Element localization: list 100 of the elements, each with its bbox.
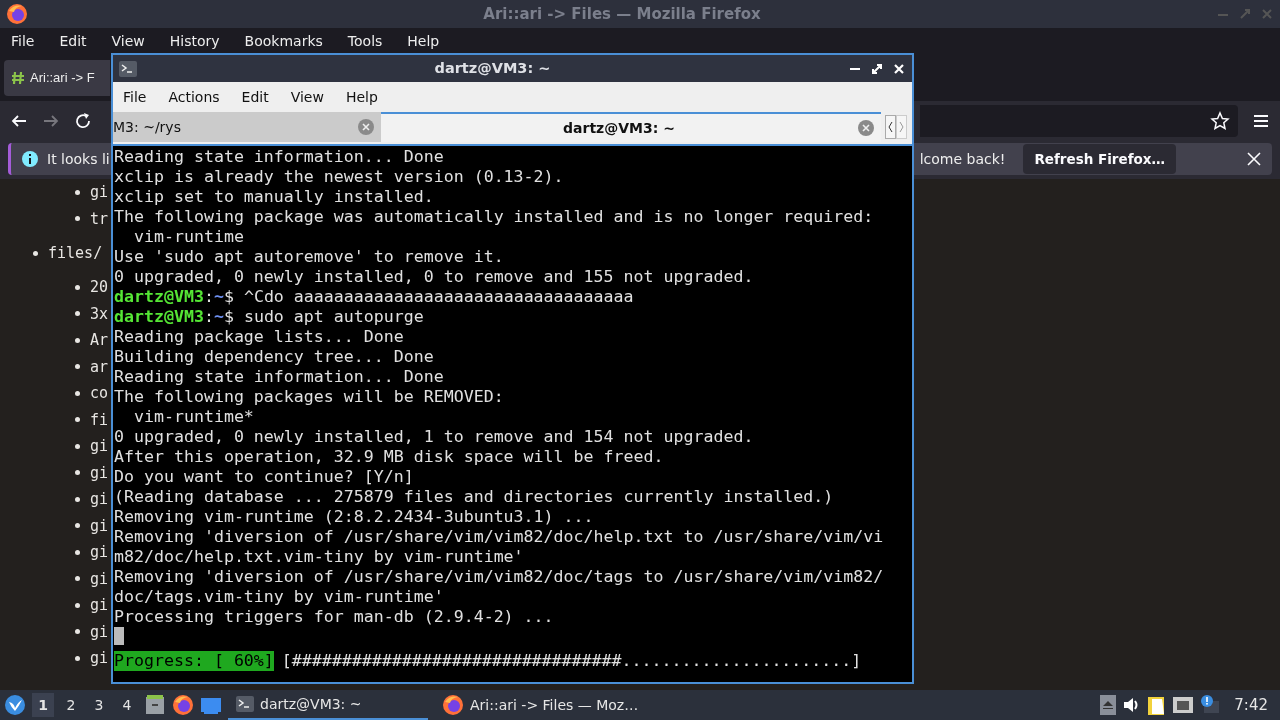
terminal-line: vim-runtime — [132, 227, 245, 247]
menu-item[interactable]: File — [117, 86, 153, 108]
clock[interactable]: 7:42 — [1234, 693, 1268, 717]
bullet-icon — [75, 390, 80, 396]
firefox-icon — [6, 3, 28, 25]
bullet-icon — [75, 549, 80, 555]
list-item-text: gi — [90, 489, 109, 510]
bullet-icon — [75, 629, 80, 635]
hash-icon — [10, 70, 26, 86]
workspace-button[interactable]: 1 — [32, 693, 54, 717]
list-item-text: 3x — [90, 303, 109, 325]
notification-text: lcome back! — [919, 149, 1006, 169]
menu-icon[interactable] — [1252, 112, 1270, 130]
menu-item[interactable]: View — [104, 31, 152, 52]
terminal-line: Reading state information... Done — [114, 147, 445, 167]
terminal-tab[interactable]: M3: ~/rys — [113, 112, 381, 142]
terminal-line: 0 upgraded, 0 newly installed, 0 to remove and 155 not upgraded. — [114, 267, 755, 287]
refresh-button[interactable]: Refresh Firefox… — [1023, 143, 1176, 175]
bullet-icon — [75, 284, 80, 290]
list-item-text: Ar — [90, 330, 109, 351]
list-item-text: tr — [90, 208, 109, 230]
terminal-line: xclip is already the newest version (0.13-2). — [114, 167, 565, 187]
menu-item[interactable]: Bookmarks — [237, 31, 330, 52]
terminal-line: Removing 'diversion of /usr/share/vim/vim82/doc/tags to /usr/share/vim/vim82/ — [114, 567, 885, 587]
workspace-button[interactable]: 4 — [116, 693, 138, 717]
list-item-text: gi — [90, 182, 109, 203]
bullet-icon — [75, 417, 80, 423]
list-item-text: gi — [90, 648, 109, 669]
eject-icon[interactable] — [1100, 695, 1117, 715]
menu-item[interactable]: Help — [339, 86, 384, 108]
terminal-line: (Reading database ... 275879 files and directories currently installed.) — [114, 487, 835, 507]
menu-item[interactable]: Actions — [162, 86, 226, 108]
close-icon[interactable] — [892, 61, 906, 76]
info-icon — [21, 150, 39, 168]
menu-item[interactable]: Tools — [340, 31, 390, 52]
window-title: dartz@VM3: ~ — [433, 58, 552, 78]
terminal-line: 0 upgraded, 0 newly installed, 1 to remove and 154 not upgraded. — [114, 427, 755, 447]
workspace-button[interactable]: 2 — [60, 693, 82, 717]
menu-item[interactable]: History — [162, 31, 227, 52]
browser-tab[interactable]: Ari::ari -> F — [4, 60, 110, 96]
terminal-line: xclip set to manually installed. — [114, 187, 435, 207]
text-cursor — [114, 627, 124, 645]
scroll-left-icon[interactable] — [885, 115, 896, 139]
menu-item[interactable]: Edit — [235, 86, 275, 108]
list-item-text: gi — [90, 568, 109, 590]
terminal-line: Building dependency tree... Done — [114, 347, 435, 367]
menu-item[interactable]: Help — [400, 31, 447, 52]
progress-bar-text: [#################################.......................] — [281, 651, 862, 671]
terminal-line: Removing vim-runtime (2:8.2.2434-3ubuntu3.1) ... — [114, 507, 595, 527]
list-item-text: co — [90, 383, 109, 404]
bullet-icon — [75, 189, 80, 195]
prompt-line: dartz@VM3:~$ ^Cdo aaaaaaaaaaaaaaaaaaaaaaaaaaaaaaaaaa — [114, 287, 635, 307]
bullet-icon — [75, 337, 80, 343]
bullet-icon — [75, 216, 80, 222]
list-item-text: ar — [90, 356, 109, 378]
bullet-icon — [75, 576, 80, 582]
bullet-icon — [75, 311, 80, 317]
prompt-line: dartz@VM3:~$ sudo apt autopurge — [114, 307, 425, 327]
list-item-text: gi — [90, 542, 109, 563]
menu-item[interactable]: Edit — [52, 31, 94, 52]
window-title: Ari::ari -> Files — Mozilla Firefox — [482, 3, 762, 25]
terminal-line: The following package was automatically installed and is no longer required: — [114, 207, 875, 227]
clipboard-icon[interactable] — [1146, 694, 1167, 716]
terminal-line: After this operation, 32.9 MB disk space will be freed. — [114, 447, 665, 467]
terminal-line: doc/tags.vim-tiny by vim-runtime' — [114, 587, 445, 607]
maximize-icon[interactable] — [870, 61, 884, 76]
bullet-icon — [75, 443, 80, 449]
notification-text: It looks li — [47, 149, 110, 169]
list-item-text: gi — [90, 436, 109, 457]
terminal-icon — [119, 60, 137, 77]
taskbar-task[interactable]: dartz@VM3: ~ — [228, 690, 428, 720]
progress-label: Progress: [ 60%] — [114, 651, 274, 671]
file-cabinet-icon[interactable] — [144, 694, 166, 716]
terminal-line: vim-runtime* — [132, 407, 255, 427]
terminal-icon — [236, 696, 254, 712]
bullet-icon — [75, 364, 80, 370]
menu-item[interactable]: View — [284, 86, 330, 108]
taskbar-task[interactable]: Ari::ari -> Files — Moz… — [434, 690, 674, 720]
bullet-icon — [75, 602, 80, 608]
terminal-line: Reading state information... Done — [114, 367, 445, 387]
firefox-icon — [442, 694, 464, 716]
workspace-button[interactable]: 3 — [88, 693, 110, 717]
reload-icon[interactable] — [74, 112, 92, 130]
terminal-line: Processing triggers for man-db (2.9.4-2) ... — [114, 607, 555, 627]
bullet-icon — [75, 470, 80, 476]
list-item-text: files/ — [48, 242, 103, 264]
list-item-text: fi — [90, 409, 109, 431]
bullet-icon — [75, 655, 80, 661]
list-item-text: 20 — [90, 277, 109, 298]
terminal-line: The following packages will be REMOVED: — [114, 387, 505, 407]
menu-item[interactable]: File — [4, 31, 42, 52]
notification-icon[interactable] — [1200, 695, 1221, 715]
list-item-text: gi — [90, 462, 109, 484]
star-icon[interactable] — [1210, 111, 1230, 131]
terminal-line: Removing 'diversion of /usr/share/vim/vim82/doc/help.txt to /usr/share/vim/vi — [114, 527, 885, 547]
close-icon[interactable] — [1246, 151, 1262, 167]
network-icon[interactable] — [1172, 696, 1195, 714]
list-item-text: gi — [90, 621, 109, 643]
firefox-icon[interactable] — [172, 694, 194, 716]
list-item-text: gi — [90, 595, 109, 616]
